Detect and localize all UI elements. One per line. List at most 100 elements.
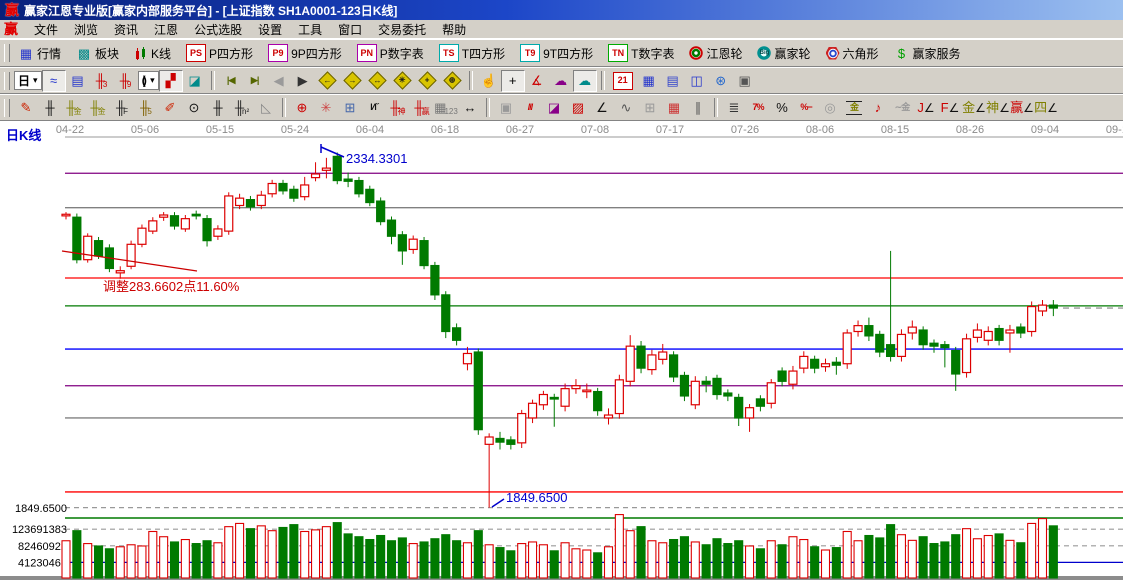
main-chart-icon[interactable]: ≈: [41, 69, 66, 92]
calculator-icon[interactable]: ▦: [637, 70, 661, 92]
angle-win-tool[interactable]: 赢 ∠: [1010, 97, 1034, 119]
period-selector-button[interactable]: 日 ▾: [14, 71, 42, 90]
percent-tool[interactable]: %: [770, 97, 794, 119]
golden-ruler-2-tool[interactable]: ╫ 金: [86, 97, 110, 119]
first-bar-icon[interactable]: |◀: [219, 70, 243, 92]
menu-item-9[interactable]: 帮助: [434, 20, 474, 39]
menu-item-3[interactable]: 江恩: [146, 20, 186, 39]
time-circle-tool[interactable]: ⊙: [182, 97, 206, 119]
p9-square-button[interactable]: P9 9P四方形: [264, 42, 346, 64]
grid-red-tool[interactable]: ▦: [662, 97, 686, 119]
p-square-button[interactable]: PS P四方形: [182, 42, 257, 64]
pen-kline-tool[interactable]: ✐: [158, 97, 182, 119]
t-number-button[interactable]: TN T数字表: [604, 42, 678, 64]
save-icon[interactable]: ◫: [685, 70, 709, 92]
gann-star-icon[interactable]: ✳: [390, 70, 415, 92]
volume-profile-icon[interactable]: ◪: [183, 70, 207, 92]
wave-count-tool[interactable]: И˝: [362, 97, 386, 119]
t9-square-button[interactable]: T9 9T四方形: [516, 42, 597, 64]
winner-wheel-button[interactable]: Big 赢家轮: [753, 42, 814, 64]
gann-box-grid-tool[interactable]: ⊞: [338, 97, 362, 119]
crosshair-tool-icon[interactable]: +: [500, 69, 525, 92]
auto-note-tool[interactable]: ♪: [866, 97, 890, 119]
print-icon[interactable]: ▣: [733, 70, 757, 92]
span-measure-tool[interactable]: ↔: [458, 97, 482, 119]
win-ruler-tool[interactable]: ╫ 赢: [410, 97, 434, 119]
gann-fan-tool[interactable]: ///: [518, 97, 542, 119]
price-grid-tool[interactable]: ▦ 123: [434, 97, 458, 119]
cycle-3-icon[interactable]: ╫ 3: [90, 70, 114, 92]
last-bar-icon[interactable]: ▶|: [243, 70, 267, 92]
parallel-tool[interactable]: ∥: [686, 97, 710, 119]
protractor-tool[interactable]: ◺: [254, 97, 278, 119]
calendar-icon[interactable]: 21: [609, 70, 637, 92]
golden-lines-tool[interactable]: 金: [842, 97, 866, 119]
kline-overlay-icon[interactable]: ▞: [158, 69, 183, 92]
angle-grid-tool[interactable]: ▨: [566, 97, 590, 119]
percent-lines-tool[interactable]: %−: [794, 97, 818, 119]
gann-target-icon[interactable]: ⊕: [440, 70, 465, 92]
menu-item-4[interactable]: 公式选股: [186, 20, 250, 39]
retrace-7pct-tool[interactable]: 7%: [746, 97, 770, 119]
fib-ruler-tool[interactable]: ╫ F: [110, 97, 134, 119]
t-square-button[interactable]: TS T四方形: [435, 42, 509, 64]
winner-service-button[interactable]: $ 赢家服务: [890, 42, 965, 64]
prev-bar-icon[interactable]: ◀: [267, 70, 291, 92]
angle-j-tool[interactable]: J ∠: [914, 97, 938, 119]
square-of-nine-tool[interactable]: ╫ n²: [230, 97, 254, 119]
menu-item-7[interactable]: 窗口: [330, 20, 370, 39]
hexagon-icon: [825, 46, 840, 60]
auto-note-tool: ♪: [874, 100, 882, 115]
cycle-ruler-tool[interactable]: ╫ 5: [134, 97, 158, 119]
gann-shift-left-icon[interactable]: ←: [315, 70, 340, 92]
hand-tool-icon[interactable]: ☝: [477, 70, 501, 92]
grid-gray-tool[interactable]: ⊞: [638, 97, 662, 119]
quotes-button[interactable]: ▦ 行情: [14, 42, 65, 64]
p-number-button[interactable]: PN P数字表: [353, 42, 428, 64]
candle-body: [994, 327, 1004, 341]
candle-style-button[interactable]: ≬ ▾: [137, 71, 159, 90]
gann-shape-purple-icon[interactable]: ☁: [549, 70, 573, 92]
menu-item-0[interactable]: 文件: [26, 20, 66, 39]
shen-ruler-tool[interactable]: ╫ 神: [386, 97, 410, 119]
angle-shen-tool[interactable]: 神 ∠: [986, 97, 1010, 119]
zigzag-tool[interactable]: ∿: [614, 97, 638, 119]
info-panel-icon[interactable]: ▤: [66, 70, 90, 92]
kline-button[interactable]: K线: [130, 42, 175, 64]
menu-item-5[interactable]: 设置: [250, 20, 290, 39]
gann-web-tool[interactable]: ✳: [314, 97, 338, 119]
price-ruler-tool[interactable]: ╫: [206, 97, 230, 119]
gann-expand-icon[interactable]: ↔: [365, 70, 390, 92]
hexagon-button[interactable]: 六角形: [822, 42, 883, 64]
rect-frame-tool[interactable]: ▣: [494, 97, 518, 119]
gann-fan-tool: ///: [527, 102, 534, 112]
angle-measure-icon[interactable]: ∡: [525, 70, 549, 92]
golden-ruler-tool[interactable]: ╫ 金: [62, 97, 86, 119]
volume-bar: [831, 547, 841, 579]
menu-item-2[interactable]: 资讯: [106, 20, 146, 39]
price-steps-tool[interactable]: ≣: [722, 97, 746, 119]
gann-wheel-button[interactable]: 江恩轮: [685, 42, 746, 64]
memo-icon[interactable]: ▤: [661, 70, 685, 92]
gann-cross-icon[interactable]: +: [415, 70, 440, 92]
trend-angle-tool[interactable]: ∠: [590, 97, 614, 119]
chart-canvas[interactable]: 04-22 05-06 05-15 05-24 06-04 06-18 06-27 07-08…: [0, 121, 1123, 580]
draw-pen-tool[interactable]: ✎: [14, 97, 38, 119]
golden-circle-tool[interactable]: ◎: [818, 97, 842, 119]
next-bar-icon[interactable]: ▶: [291, 70, 315, 92]
angle-four-tool[interactable]: 四 ∠: [1034, 97, 1058, 119]
gann-fan-box-tool[interactable]: ◪: [542, 97, 566, 119]
angle-gold-tool[interactable]: 金 ∠: [962, 97, 986, 119]
gann-shift-right-icon[interactable]: →: [340, 70, 365, 92]
gann-shape-teal-icon[interactable]: ☁: [572, 69, 597, 92]
angle-f-tool[interactable]: F ∠: [938, 97, 962, 119]
menu-item-6[interactable]: 工具: [290, 20, 330, 39]
cycle-9-icon[interactable]: ╫ 9: [114, 70, 138, 92]
golden-wave-tool[interactable]: ∼金: [890, 97, 914, 119]
sectors-button[interactable]: ▩ 板块: [72, 42, 123, 64]
gann-ruler-tool[interactable]: ╫: [38, 97, 62, 119]
menu-item-8[interactable]: 交易委托: [370, 20, 434, 39]
gann-circle-tool[interactable]: ⊕: [290, 97, 314, 119]
world-clock-icon[interactable]: ⊛: [709, 70, 733, 92]
menu-item-1[interactable]: 浏览: [66, 20, 106, 39]
